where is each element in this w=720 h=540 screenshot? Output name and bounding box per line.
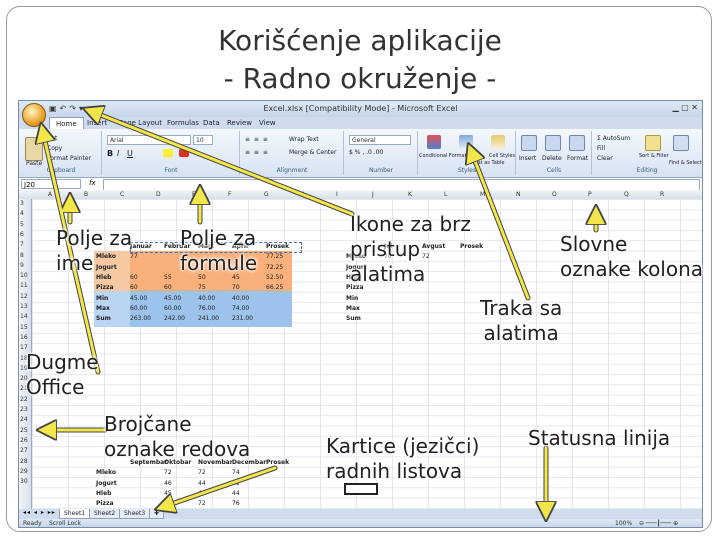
callout-line: oznake kolona	[560, 257, 704, 281]
callout-line: formule	[180, 251, 258, 275]
callout-name-box: Polje za ime	[56, 226, 132, 276]
arrow-quick-access	[88, 110, 354, 216]
callout-line: pristup	[350, 237, 421, 261]
callout-line: alatima	[483, 321, 559, 345]
callout-line: Office	[26, 375, 85, 399]
callout-line: alatima	[350, 262, 426, 286]
callout-office-button: Dugme Office	[26, 350, 99, 400]
arrow-sheet-tabs	[160, 466, 277, 508]
callout-line: oznake redova	[104, 437, 251, 461]
callout-line: Polje za	[180, 226, 257, 250]
callout-column-letters: Slovne oznake kolona	[560, 232, 703, 282]
callout-line: ime	[56, 251, 94, 275]
callout-line: radnih listova	[326, 459, 463, 483]
callout-row-numbers: Brojčane oznake redova	[104, 412, 250, 462]
callout-ribbon: Traka sa alatima	[480, 296, 562, 346]
callout-line: Dugme	[26, 350, 99, 374]
callout-line: Traka sa	[480, 296, 563, 320]
callout-line: Polje za	[56, 226, 133, 250]
callout-line: Brojčane	[104, 412, 192, 436]
callout-status-bar: Statusna linija	[528, 426, 671, 450]
callout-line: Kartice (jezičci)	[326, 434, 480, 458]
callout-formula-bar: Polje za formule	[180, 226, 257, 276]
callout-line: Ikone za brz	[350, 212, 471, 236]
callout-sheet-tabs: Kartice (jezičci) radnih listova	[326, 434, 479, 484]
callout-line: Slovne	[560, 232, 628, 256]
callout-quick-access: Ikone za brz pristup alatima	[350, 212, 471, 287]
arrow-ribbon	[470, 148, 530, 300]
